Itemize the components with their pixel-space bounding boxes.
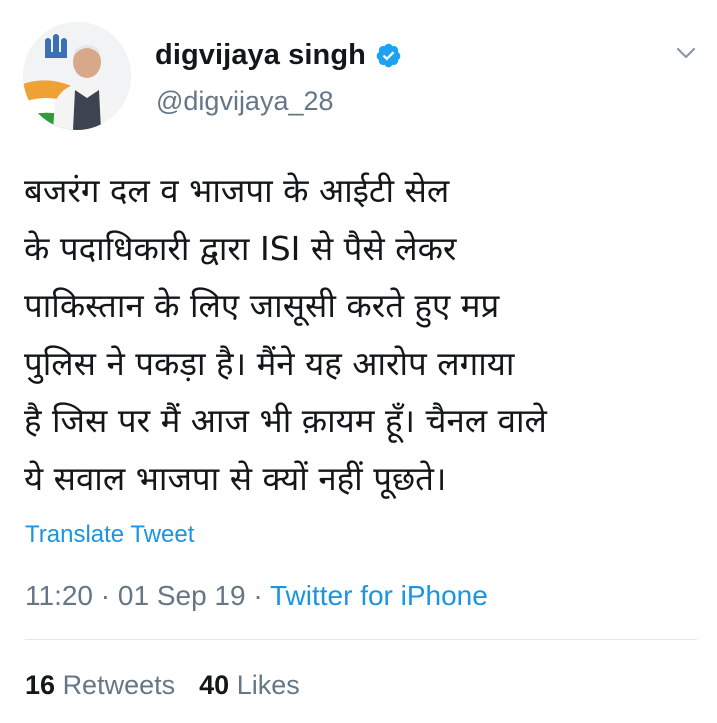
tweet-source-link[interactable]: Twitter for iPhone xyxy=(270,580,488,611)
tweet-date[interactable]: 01 Sep 19 xyxy=(118,580,246,611)
meta-separator: · xyxy=(93,580,118,611)
divider xyxy=(25,639,697,640)
avatar[interactable] xyxy=(23,22,131,130)
retweets-label: Retweets xyxy=(62,670,176,700)
likes-stat[interactable]: 40 Likes xyxy=(199,670,300,700)
author-name-row[interactable]: digvijaya singh xyxy=(155,35,402,75)
retweets-count: 16 xyxy=(25,670,56,700)
verified-badge-icon xyxy=(375,42,402,69)
tweet-stats: 16 Retweets 40 Likes xyxy=(25,670,300,701)
avatar-image xyxy=(23,22,131,130)
tweet-text: बजरंग दल व भाजपा के आईटी सेल के पदाधिकार… xyxy=(24,171,547,498)
translate-tweet-link[interactable]: Translate Tweet xyxy=(25,521,194,549)
author-handle[interactable]: @digvijaya_28 xyxy=(156,86,334,117)
tweet-metadata: 11:20 · 01 Sep 19 · Twitter for iPhone xyxy=(25,580,488,612)
author-display-name[interactable]: digvijaya singh xyxy=(155,39,366,72)
tweet-time[interactable]: 11:20 xyxy=(25,580,93,611)
likes-count: 40 xyxy=(199,670,230,700)
retweets-stat[interactable]: 16 Retweets xyxy=(25,670,175,700)
chevron-down-icon[interactable] xyxy=(673,40,699,66)
likes-label: Likes xyxy=(236,670,300,700)
meta-separator: · xyxy=(245,580,270,611)
